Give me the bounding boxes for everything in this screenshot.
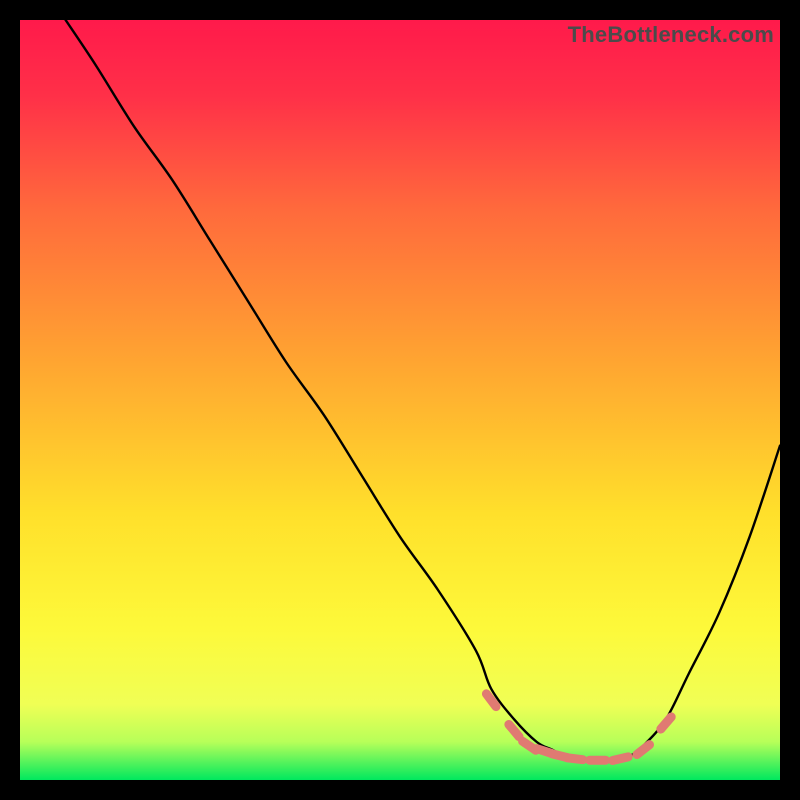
- watermark-text: TheBottleneck.com: [568, 22, 774, 48]
- bottleneck-curve: [66, 20, 780, 761]
- marker-dash: [509, 724, 519, 736]
- optimal-range-markers: [486, 694, 671, 761]
- marker-dash: [567, 758, 583, 760]
- chart-plot-area: [20, 20, 780, 780]
- chart-frame: TheBottleneck.com: [20, 20, 780, 780]
- marker-dash: [637, 745, 650, 755]
- marker-dash: [613, 757, 629, 761]
- marker-dash: [661, 717, 671, 729]
